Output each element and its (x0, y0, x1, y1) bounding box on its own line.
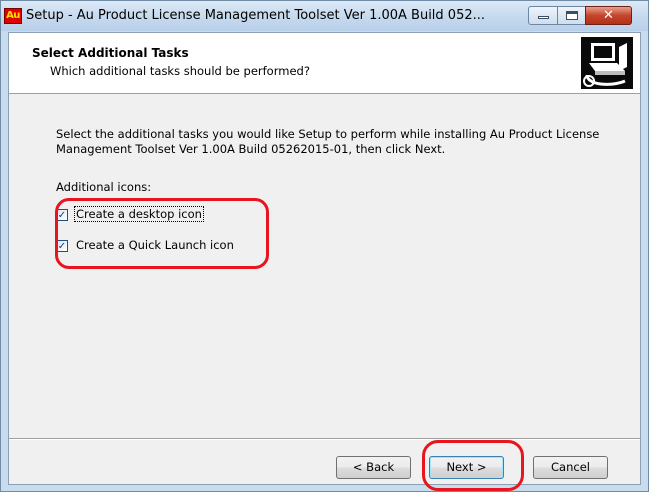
description-text: Select the additional tasks you would li… (56, 127, 600, 156)
computer-install-icon (581, 37, 633, 89)
wizard-header: Select Additional Tasks Which additional… (9, 33, 640, 94)
window-title: Setup - Au Product License Management To… (26, 8, 486, 23)
wizard-page: Select Additional Tasks Which additional… (8, 32, 641, 485)
maximize-button[interactable] (557, 6, 586, 25)
checkbox-checked-icon[interactable]: ✓ (56, 209, 68, 221)
footer-divider (9, 438, 640, 440)
cancel-button[interactable]: Cancel (533, 456, 608, 479)
close-icon: ✕ (603, 8, 614, 23)
maximize-icon (566, 11, 578, 20)
additional-icons-label: Additional icons: (56, 180, 152, 194)
quick-launch-icon-checkbox-label[interactable]: Create a Quick Launch icon (75, 238, 235, 252)
next-button[interactable]: Next > (429, 456, 504, 479)
back-button[interactable]: < Back (336, 456, 411, 479)
checkbox-checked-icon[interactable]: ✓ (56, 240, 68, 252)
page-subtitle: Which additional tasks should be perform… (50, 64, 310, 78)
minimize-icon (538, 16, 549, 19)
desktop-icon-checkbox-label[interactable]: Create a desktop icon (74, 206, 204, 222)
app-icon: Au (4, 8, 22, 24)
minimize-button[interactable] (528, 6, 558, 25)
close-button[interactable]: ✕ (585, 6, 632, 25)
setup-window: Au Setup - Au Product License Management… (0, 0, 649, 492)
title-bar[interactable]: Au Setup - Au Product License Management… (1, 1, 648, 31)
page-title: Select Additional Tasks (32, 46, 189, 60)
